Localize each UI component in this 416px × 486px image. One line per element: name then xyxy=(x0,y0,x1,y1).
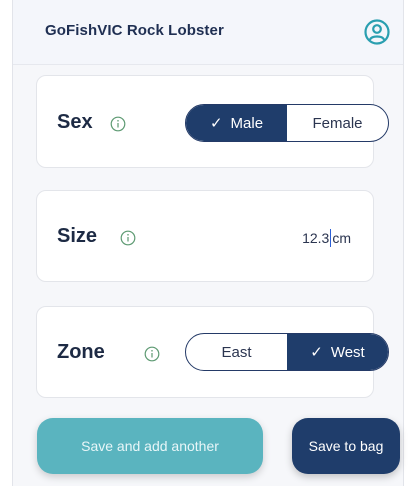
sex-card: Sex ✓ Male Female xyxy=(36,75,389,168)
size-value-text: 12.3 xyxy=(302,230,330,246)
sex-label: Sex xyxy=(57,111,93,133)
app-title: GoFishVIC Rock Lobster xyxy=(45,22,224,39)
sex-option-female[interactable]: Female xyxy=(287,105,388,141)
size-unit: cm xyxy=(332,230,351,246)
app-screen: GoFishVIC Rock Lobster Sex ✓ Male Female… xyxy=(12,0,404,486)
info-icon[interactable] xyxy=(144,346,160,362)
check-icon: ✓ xyxy=(310,344,323,361)
zone-option-east-label: East xyxy=(221,343,252,361)
user-circle-icon[interactable] xyxy=(363,18,391,46)
sex-option-male[interactable]: ✓ Male xyxy=(186,105,287,141)
zone-option-east[interactable]: East xyxy=(186,334,287,370)
info-icon[interactable] xyxy=(120,230,136,246)
size-label: Size xyxy=(57,225,98,247)
size-card: Size 12.3 cm xyxy=(36,190,374,282)
info-icon[interactable] xyxy=(110,116,126,132)
sex-option-male-label: Male xyxy=(230,114,264,132)
zone-selector: East ✓ West xyxy=(185,333,389,371)
size-input[interactable]: 12.3 cm xyxy=(302,229,351,247)
zone-option-west[interactable]: ✓ West xyxy=(287,334,388,370)
text-caret xyxy=(330,229,332,247)
sex-option-female-label: Female xyxy=(312,114,363,132)
zone-card: Zone East ✓ West xyxy=(36,306,389,398)
check-icon: ✓ xyxy=(209,115,223,132)
zone-label: Zone xyxy=(57,341,105,363)
zone-option-west-label: West xyxy=(330,343,365,361)
sex-selector: ✓ Male Female xyxy=(185,104,389,142)
app-header: GoFishVIC Rock Lobster xyxy=(13,0,403,65)
save-to-bag-button[interactable]: Save to bag xyxy=(292,418,400,474)
save-and-add-another-button[interactable]: Save and add another xyxy=(37,418,263,474)
